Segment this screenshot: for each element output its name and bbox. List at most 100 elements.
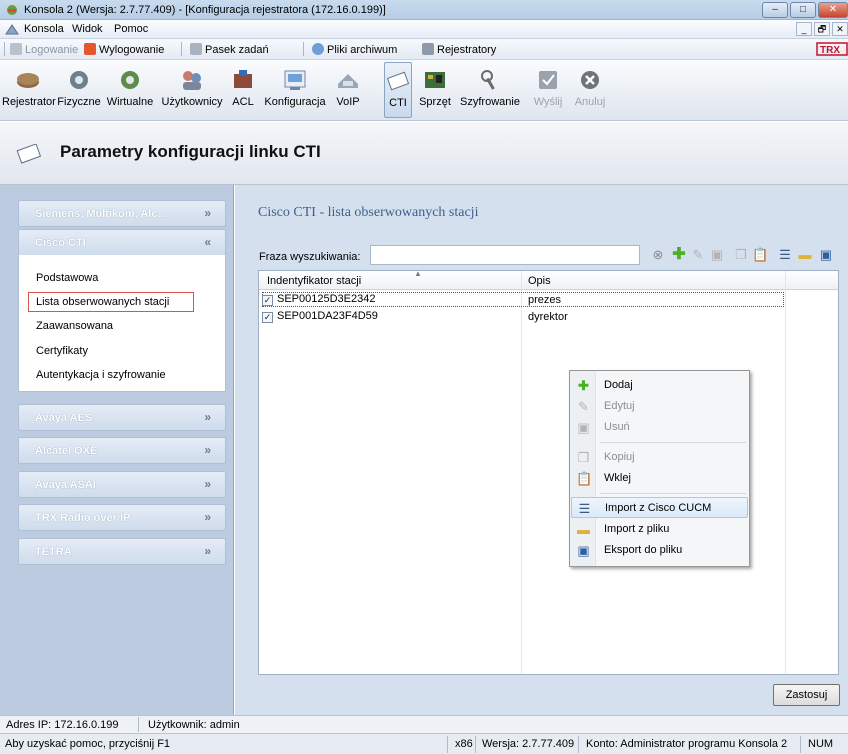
- ribbon-anuluj-button[interactable]: Anuluj: [570, 62, 610, 118]
- ribbon-konfiguracja-label: Konfiguracja: [264, 96, 326, 108]
- ribbon-rejestrator-button[interactable]: Rejestrator: [2, 62, 56, 118]
- logout-label: Wylogowanie: [99, 44, 165, 56]
- nav-section-cisco-cti[interactable]: Cisco CTI «: [18, 229, 226, 256]
- context-item-wklej[interactable]: 📋 Wklej: [571, 468, 748, 489]
- nav-item-zaawansowana[interactable]: Zaawansowana: [36, 320, 113, 332]
- nav-section-tetra[interactable]: TETRA »: [18, 538, 226, 565]
- archive-files-button[interactable]: Pliki archiwum: [312, 43, 397, 56]
- nav-section-label: TRX Radio over IP: [35, 512, 131, 524]
- row-checkbox[interactable]: ✓: [262, 312, 273, 323]
- mdi-restore-button[interactable]: 🗗: [814, 22, 830, 36]
- ribbon-szyfrowanie-label: Szyfrowanie: [460, 96, 520, 108]
- window-title: Konsola 2 (Wersja: 2.7.77.409) - [Konfig…: [24, 4, 386, 16]
- clear-search-icon[interactable]: ⊗: [650, 247, 666, 263]
- table-row[interactable]: ✓ SEP001DA23F4D59: [262, 310, 782, 325]
- folder-open-icon[interactable]: ▬: [797, 247, 813, 263]
- recorders-label: Rejestratory: [437, 44, 497, 56]
- context-item-export-file[interactable]: ▣ Eksport do pliku: [571, 540, 748, 561]
- nav-section-label: TETRA: [35, 546, 72, 558]
- context-item-import-cucm[interactable]: ☰ Import z Cisco CUCM: [571, 497, 748, 518]
- ribbon-wyslij-button[interactable]: Wyślij: [528, 62, 568, 118]
- edit-pencil-icon[interactable]: ✎: [690, 247, 706, 263]
- toolbar-grip: [4, 42, 5, 56]
- ribbon-acl-button[interactable]: ACL: [227, 62, 259, 118]
- login-button[interactable]: Logowanie: [10, 43, 78, 56]
- ribbon-voip-label: VoIP: [336, 96, 360, 108]
- archive-label: Pliki archiwum: [327, 44, 398, 56]
- delete-trash-icon[interactable]: ▣: [709, 247, 725, 263]
- search-label: Fraza wyszukiwania:: [259, 251, 361, 263]
- minimize-button[interactable]: –: [762, 2, 788, 18]
- virtual-channel-icon: [117, 68, 143, 92]
- logout-button[interactable]: Wylogowanie: [84, 43, 164, 56]
- menu-konsola[interactable]: Konsola: [24, 23, 64, 35]
- ribbon-acl-label: ACL: [232, 96, 254, 108]
- context-item-label: Edytuj: [604, 400, 635, 412]
- ribbon-uzytkownicy-button[interactable]: Użytkownicy: [160, 62, 224, 118]
- paste-icon[interactable]: 📋: [752, 247, 768, 263]
- save-disk-icon[interactable]: ▣: [818, 247, 834, 263]
- import-server-icon[interactable]: ☰: [777, 247, 793, 263]
- ribbon-fizyczne-label: Fizyczne: [57, 96, 101, 108]
- close-button[interactable]: ✕: [818, 2, 848, 18]
- mdi-close-button[interactable]: ✕: [832, 22, 848, 36]
- mdi-minimize-button[interactable]: _: [796, 22, 812, 36]
- menu-pomoc[interactable]: Pomoc: [114, 23, 148, 35]
- ribbon-fizyczne-button[interactable]: Fizyczne: [56, 62, 102, 118]
- paste-icon: 📋: [576, 471, 593, 486]
- context-item-edytuj[interactable]: ✎ Edytuj: [571, 396, 748, 417]
- nav-item-podstawowa[interactable]: Podstawowa: [36, 272, 98, 284]
- ribbon-wirtualne-button[interactable]: Wirtualne: [105, 62, 155, 118]
- context-item-dodaj[interactable]: ✚ Dodaj: [571, 375, 748, 396]
- nav-item-certyfikaty[interactable]: Certyfikaty: [36, 345, 88, 357]
- context-item-import-file[interactable]: ▬ Import z pliku: [571, 519, 748, 540]
- ribbon-sprzet-button[interactable]: Sprzęt: [414, 62, 456, 118]
- nav-section-avaya-asai[interactable]: Avaya ASAI »: [18, 471, 226, 498]
- nav-section-trx-radio[interactable]: TRX Radio over IP »: [18, 504, 226, 531]
- context-item-label: Dodaj: [604, 379, 633, 391]
- status-help: Aby uzyskać pomoc, przyciśnij F1: [5, 738, 171, 750]
- ribbon-anuluj-label: Anuluj: [574, 96, 606, 108]
- table-row[interactable]: ✓ SEP00125D3E2342: [262, 293, 782, 308]
- acl-icon: [230, 68, 256, 92]
- station-id-cell: SEP001DA23F4D59: [277, 310, 378, 322]
- ribbon-sprzet-label: Sprzęt: [419, 96, 451, 108]
- column-header-station-id[interactable]: Indentyfikator stacji: [267, 275, 361, 287]
- copy-icon[interactable]: ❐: [733, 247, 749, 263]
- cti-icon: [386, 69, 410, 93]
- ribbon-szyfrowanie-button[interactable]: Szyfrowanie: [458, 62, 522, 118]
- nav-item-autentykacja[interactable]: Autentykacja i szyfrowanie: [36, 369, 166, 381]
- add-plus-icon[interactable]: ✚: [671, 247, 687, 263]
- taskbar-button[interactable]: Pasek zadań: [190, 43, 269, 56]
- section-title: Cisco CTI - lista obserwowanych stacji: [258, 205, 479, 220]
- ribbon-uzytkownicy-label: Użytkownicy: [161, 96, 223, 108]
- voip-phone-icon: [335, 68, 361, 92]
- nav-section-alcatel-oxe[interactable]: Alcatel OXE »: [18, 437, 226, 464]
- recorders-button[interactable]: Rejestratory: [422, 43, 496, 56]
- apply-button[interactable]: Zastosuj: [773, 684, 840, 706]
- ribbon-konfiguracja-button[interactable]: Konfiguracja: [262, 62, 328, 118]
- send-check-icon: [535, 68, 561, 92]
- nav-section-siemens[interactable]: Siemens, Multikom, Alc... »: [18, 200, 226, 227]
- maximize-button[interactable]: □: [790, 2, 816, 18]
- nav-section-label: Siemens, Multikom, Alc...: [35, 208, 167, 220]
- nav-section-label: Alcatel OXE: [35, 445, 98, 457]
- trx-logo-text: TRX: [820, 45, 840, 56]
- column-header-description[interactable]: Opis: [528, 275, 551, 287]
- edit-pencil-icon: ✎: [578, 399, 589, 414]
- search-input[interactable]: [370, 245, 640, 265]
- ribbon-cti-button[interactable]: CTI: [384, 62, 412, 118]
- delete-trash-icon: ▣: [577, 420, 590, 435]
- ribbon-voip-button[interactable]: VoIP: [331, 62, 365, 118]
- quick-toolbar: Logowanie Wylogowanie Pasek zadań Pliki …: [0, 39, 848, 60]
- context-item-kopiuj[interactable]: ❐ Kopiuj: [571, 447, 748, 468]
- row-checkbox[interactable]: ✓: [262, 295, 273, 306]
- menu-widok[interactable]: Widok: [72, 23, 103, 35]
- nav-item-lista-obserwowanych-stacji[interactable]: Lista obserwowanych stacji: [36, 296, 169, 308]
- folder-open-icon: ▬: [577, 522, 590, 537]
- nav-section-avaya-aes[interactable]: Avaya AES »: [18, 404, 226, 431]
- status-separator: [447, 736, 448, 753]
- context-item-usun[interactable]: ▣ Usuń: [571, 417, 748, 438]
- ribbon-toolbar: Rejestrator Fizyczne Wirtualne Użytkowni…: [0, 60, 848, 121]
- context-separator: [600, 442, 746, 443]
